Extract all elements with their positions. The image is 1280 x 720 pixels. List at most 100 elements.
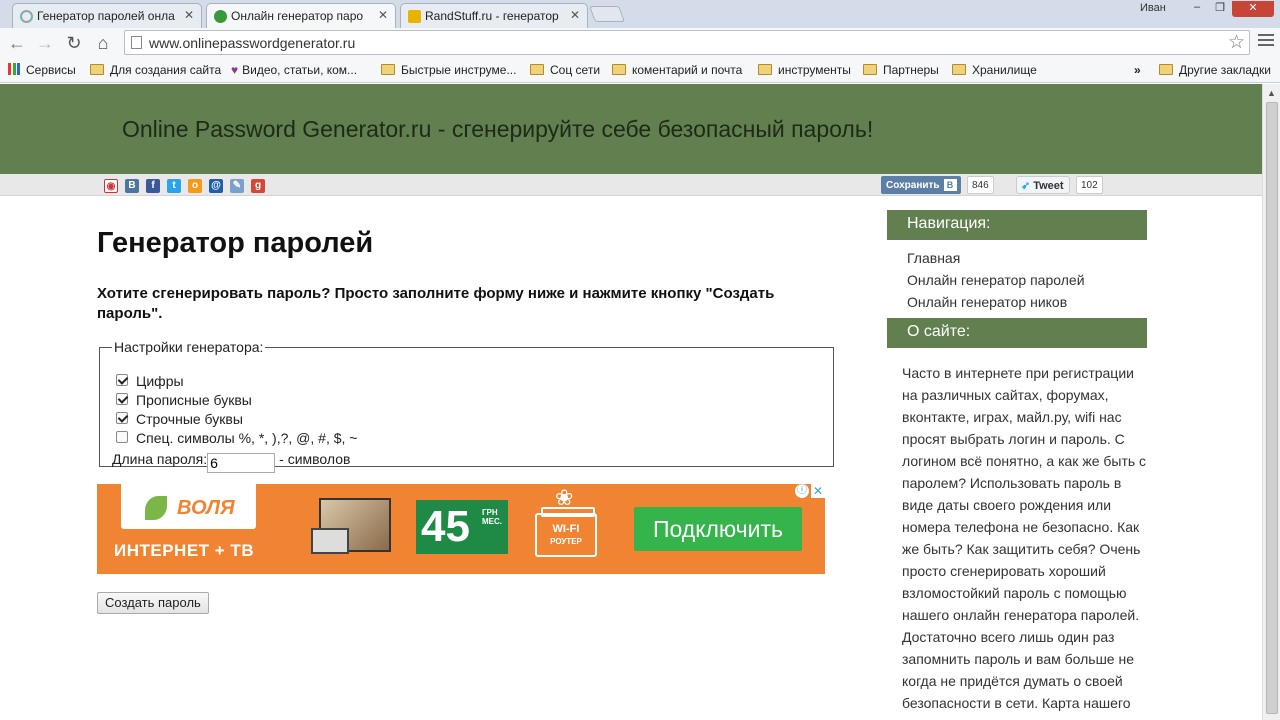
bookmark-folder[interactable]: Хранилище [952, 63, 1037, 77]
bookmark-label: Хранилище [972, 63, 1037, 77]
new-tab-button[interactable] [589, 6, 625, 22]
google-plus-icon[interactable]: g [251, 179, 265, 193]
chrome-menu-icon[interactable] [1258, 34, 1274, 49]
odnoklassniki-icon[interactable]: o [188, 179, 202, 193]
laptop-icon [311, 528, 349, 554]
bookmark-folder[interactable]: инструменты [758, 63, 851, 77]
option-uppercase[interactable]: Прописные буквы [116, 392, 252, 408]
nav-link-home[interactable]: Главная [907, 250, 960, 266]
home-icon[interactable]: ⌂ [92, 32, 114, 54]
price-unit-period: МЕС. [482, 517, 502, 526]
create-password-button[interactable]: Создать пароль [97, 592, 209, 614]
option-label: Строчные буквы [136, 411, 243, 427]
bookmark-folder[interactable]: коментарий и почта [612, 63, 742, 77]
bookmark-label: Сервисы [26, 63, 76, 77]
url-text[interactable]: www.onlinepasswordgenerator.ru [149, 35, 355, 51]
bookmark-label: Видео, статьи, ком... [242, 63, 358, 77]
password-length-input[interactable] [207, 453, 276, 473]
twitter-icon[interactable]: t [167, 179, 181, 193]
bookmark-label: Для создания сайта [110, 63, 222, 77]
bookmark-label: коментарий и почта [632, 63, 743, 77]
tab-password-generator-1[interactable]: Генератор паролей онла ✕ [12, 3, 202, 28]
mail-ru-icon[interactable]: @ [209, 179, 223, 193]
reload-icon[interactable]: ↻ [63, 32, 85, 54]
window-close-icon[interactable]: ✕ [1232, 1, 1274, 17]
minimize-icon[interactable]: ‒ [1186, 1, 1208, 17]
folder-icon [1159, 64, 1173, 75]
bookmark-label: Другие закладки [1179, 63, 1271, 77]
livejournal-icon[interactable]: ✎ [230, 179, 244, 193]
option-digits[interactable]: Цифры [116, 373, 184, 389]
option-lowercase[interactable]: Строчные буквы [116, 411, 243, 427]
scroll-thumb[interactable] [1266, 102, 1278, 714]
tab-label: RandStuff.ru - генератор [425, 9, 559, 23]
apps-grid-icon [8, 63, 20, 75]
option-label: Цифры [136, 373, 184, 389]
tab-label: Онлайн генератор паро [231, 9, 364, 23]
scroll-up-arrow-icon[interactable]: ▲ [1267, 88, 1276, 98]
special-chars-checkbox[interactable] [116, 431, 128, 443]
tweet-button[interactable]: ➶ Tweet [1016, 176, 1070, 194]
facebook-icon[interactable]: f [146, 179, 160, 193]
bookmark-folder[interactable]: Партнеры [863, 63, 939, 77]
share-bar: ◉ В f t o @ ✎ g Сохранить В 846 ➶ Tweet 10… [0, 174, 1262, 196]
vk-icon[interactable]: В [125, 179, 139, 193]
length-label: Длина пароля: [112, 451, 208, 467]
vk-save-button[interactable]: Сохранить В [881, 176, 961, 194]
bookmarks-bar: Сервисы Для создания сайта ♥ Видео, стать… [0, 58, 1280, 83]
close-icon[interactable]: ✕ [570, 8, 580, 22]
about-text: Часто в интернете при регистрации на раз… [902, 365, 1147, 711]
close-icon[interactable]: ✕ [184, 8, 194, 22]
tab-strip: Генератор паролей онла ✕ Онлайн генерато… [0, 0, 1280, 28]
site-title: Online Password Generator.ru - сгенериру… [122, 116, 874, 142]
forward-arrow-icon[interactable]: → [34, 32, 56, 54]
bookmark-star-icon[interactable]: ☆ [1228, 31, 1245, 54]
nav-link-nick-generator[interactable]: Онлайн генератор ников [907, 294, 1067, 310]
randstuff-favicon-icon [408, 10, 421, 23]
lowercase-checkbox[interactable] [116, 412, 128, 424]
page-heading: Генератор паролей [97, 227, 374, 259]
back-arrow-icon[interactable]: ← [6, 32, 28, 54]
vk-save-label: Сохранить [886, 180, 940, 191]
page-icon [131, 36, 142, 49]
address-bar[interactable]: www.onlinepasswordgenerator.ru ☆ [124, 30, 1250, 55]
bookmark-folder[interactable]: Соц сети [530, 63, 600, 77]
about-heading: О сайте: [887, 318, 1147, 348]
tab-randstuff[interactable]: RandStuff.ru - генератор ✕ [400, 3, 588, 28]
twitter-bird-icon: ➶ [1021, 180, 1031, 192]
gift-subtitle: РОУТЕР [550, 537, 582, 546]
bookmark-apps[interactable]: Сервисы [8, 63, 76, 77]
digits-checkbox[interactable] [116, 374, 128, 386]
bookmark-folder[interactable]: ♥ Видео, статьи, ком... [231, 63, 357, 77]
ad-connect-button[interactable]: Подключить [634, 507, 802, 551]
page-scrollbar[interactable]: ▲ [1262, 84, 1280, 720]
leaf-icon [145, 496, 167, 520]
ad-banner[interactable]: ВОЛЯ ИНТЕРНЕТ + ТВ 45 ГРН МЕС. ❀ WI-FI РО… [97, 484, 825, 574]
price-unit-currency: ГРН [482, 508, 498, 517]
tab-online-password-generator[interactable]: Онлайн генератор паро ✕ [206, 3, 396, 28]
folder-icon [758, 64, 772, 75]
ad-close-icon[interactable]: ✕ [811, 484, 825, 498]
length-suffix: - символов [279, 451, 351, 467]
folder-icon [952, 64, 966, 75]
intro-text: Хотите сгенерировать пароль? Просто запо… [97, 285, 775, 322]
folder-icon [381, 64, 395, 75]
option-label: Прописные буквы [136, 392, 252, 408]
site-header: Online Password Generator.ru - сгенериру… [0, 84, 1262, 174]
more-bookmarks-chevron-icon[interactable]: » [1134, 63, 1141, 77]
folder-icon [612, 64, 626, 75]
restore-icon[interactable]: ❐ [1209, 1, 1231, 17]
bookmark-folder[interactable]: Для создания сайта [90, 63, 221, 77]
uppercase-checkbox[interactable] [116, 393, 128, 405]
close-icon[interactable]: ✕ [378, 8, 388, 22]
nav-link-password-generator[interactable]: Онлайн генератор паролей [907, 272, 1085, 288]
option-special-chars[interactable]: Спец. символы %, *, ),?, @, #, $, ~ [116, 430, 357, 446]
bookmark-label: Партнеры [883, 63, 939, 77]
other-bookmarks[interactable]: Другие закладки [1159, 63, 1271, 77]
bookmark-folder[interactable]: Быстрые инструме... [381, 63, 516, 77]
share-icon[interactable]: ◉ [104, 179, 118, 193]
gift-icon: WI-FI РОУТЕР [535, 513, 597, 557]
profile-user-name[interactable]: Иван [1140, 2, 1166, 14]
ad-info-icon[interactable]: ⓘ [795, 484, 809, 498]
password-length-row: Длина пароля: - символов [112, 451, 350, 473]
